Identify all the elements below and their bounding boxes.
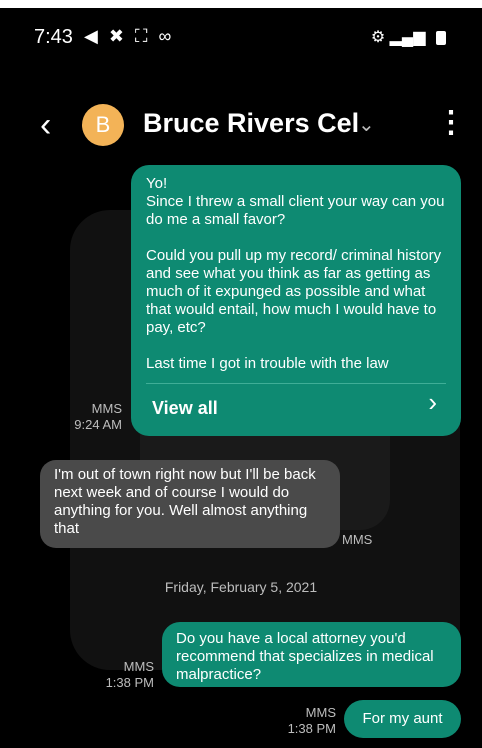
status-time: 7:43 — [34, 26, 73, 48]
message-text: I'm out of town right now but I'll be ba… — [54, 466, 316, 537]
status-bar: 7:43 ◀ ✖ ⛶ ∞ ⚙ ▂▄▆ — [0, 18, 482, 58]
divider — [146, 383, 446, 384]
message-time: 1:38 PM — [287, 721, 336, 736]
signal-icons: ⚙ ▂▄▆ — [371, 27, 446, 47]
message-meta: MMS 1:38 PM — [92, 659, 154, 691]
back-button[interactable]: ‹ — [40, 108, 51, 142]
signal-icon: ⚙ ▂▄▆ — [370, 29, 426, 46]
chevron-right-icon[interactable]: › — [428, 389, 437, 415]
message-meta: MMS — [342, 532, 382, 548]
message-bubble-sent[interactable]: Yo! Since I threw a small client your wa… — [131, 165, 461, 436]
message-type: MMS — [305, 705, 336, 720]
message-meta: MMS 9:24 AM — [60, 401, 122, 433]
message-meta: MMS 1:38 PM — [272, 705, 336, 737]
view-all-button[interactable]: View all — [152, 399, 218, 417]
message-text: For my aunt — [362, 710, 443, 727]
message-type: MMS — [123, 659, 154, 674]
notification-icons: ◀ ✖ ⛶ ∞ — [84, 26, 175, 46]
avatar[interactable]: B — [82, 104, 124, 146]
contact-name[interactable]: Bruce Rivers Cel — [143, 108, 359, 139]
message-bubble-received[interactable]: I'm out of town right now but I'll be ba… — [40, 460, 340, 548]
message-time: 9:24 AM — [74, 417, 122, 432]
message-text: Do you have a local attorney you'd recom… — [176, 630, 434, 683]
conversation-header: ‹ B Bruce Rivers Cel ⌄ ⋮ — [0, 96, 482, 156]
date-separator: Friday, February 5, 2021 — [164, 579, 318, 595]
message-type: MMS — [91, 401, 122, 416]
message-bubble-sent[interactable]: For my aunt — [344, 700, 461, 738]
battery-icon — [436, 30, 446, 45]
message-time: 1:38 PM — [105, 675, 154, 690]
message-bubble-sent[interactable]: Do you have a local attorney you'd recom… — [162, 622, 461, 687]
message-type: MMS — [342, 532, 373, 547]
message-text: Yo! Since I threw a small client your wa… — [146, 175, 445, 372]
chevron-down-icon[interactable]: ⌄ — [358, 112, 375, 137]
more-options-button[interactable]: ⋮ — [436, 108, 466, 138]
top-strip — [0, 0, 482, 8]
